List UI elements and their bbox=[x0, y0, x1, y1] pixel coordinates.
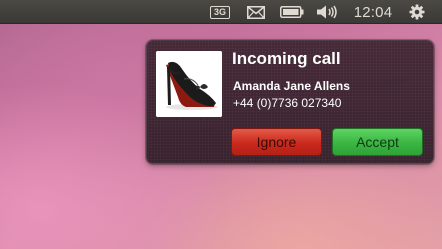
battery-icon[interactable] bbox=[279, 0, 305, 24]
mail-icon[interactable] bbox=[245, 0, 267, 24]
caller-image bbox=[156, 51, 222, 117]
accept-button[interactable]: Accept bbox=[332, 128, 423, 156]
network-3g-badge: 3G bbox=[210, 5, 230, 19]
notification-title: Incoming call bbox=[232, 49, 341, 68]
ignore-button[interactable]: Ignore bbox=[231, 128, 322, 156]
clock[interactable]: 12:04 bbox=[350, 0, 396, 24]
caller-name: Amanda Jane Allens bbox=[233, 79, 350, 93]
incoming-call-notification: Incoming call Amanda Jane Allens +44 (0)… bbox=[146, 40, 434, 164]
gear-icon[interactable] bbox=[405, 0, 429, 24]
high-heel-shoe-image bbox=[156, 51, 222, 117]
clock-time: 12:04 bbox=[353, 3, 393, 21]
volume-icon[interactable] bbox=[315, 0, 339, 24]
network-indicator[interactable]: 3G bbox=[209, 0, 231, 24]
top-panel: 3G 12:04 bbox=[0, 0, 442, 24]
caller-number: +44 (0)7736 027340 bbox=[233, 96, 342, 110]
